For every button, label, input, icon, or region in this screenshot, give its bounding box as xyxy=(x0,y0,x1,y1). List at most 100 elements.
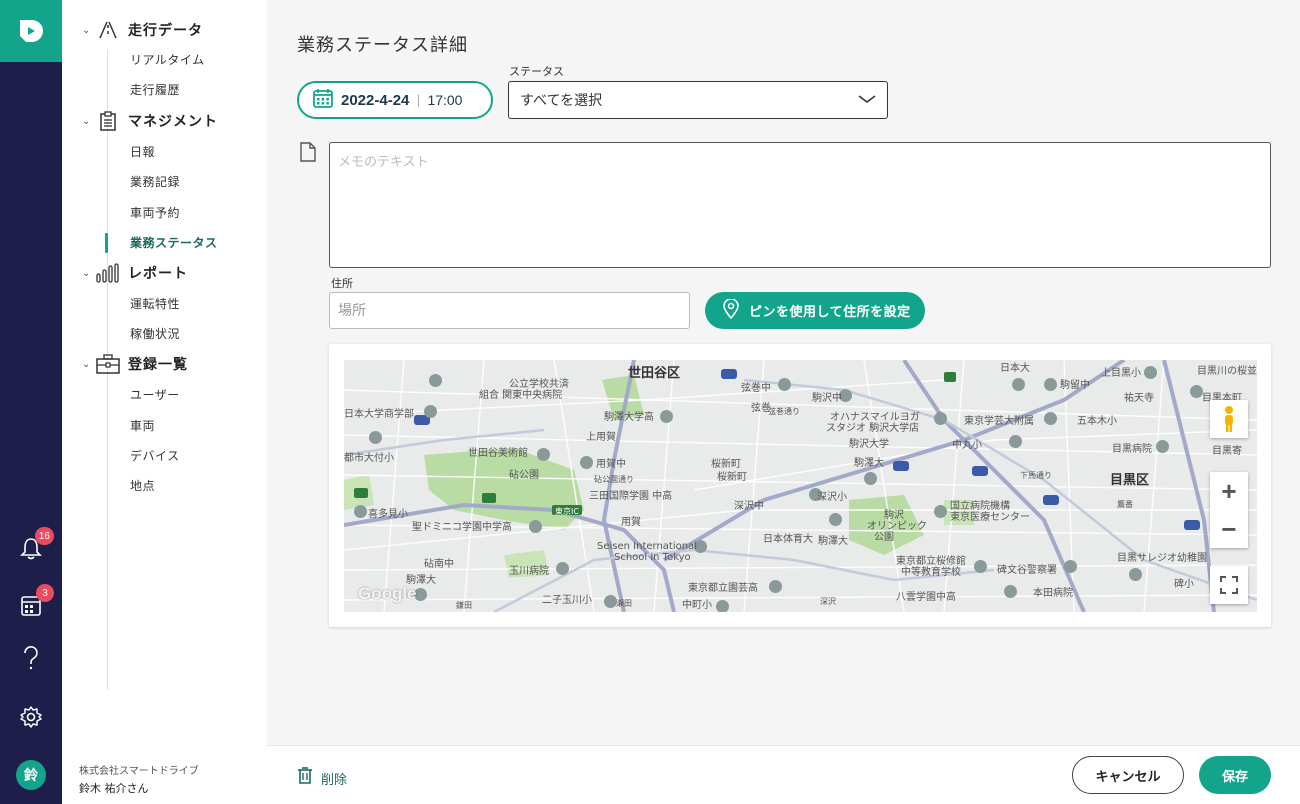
map-poi-icon[interactable] xyxy=(529,520,542,533)
nav-section-reports[interactable]: ⌄ レポート xyxy=(82,263,188,283)
map-label: 下馬通り xyxy=(1020,471,1052,480)
cancel-button[interactable]: キャンセル xyxy=(1072,756,1184,794)
map-label: 三田国際学園 中高 xyxy=(589,491,673,502)
map-poi-icon[interactable] xyxy=(1064,560,1077,573)
gear-icon[interactable] xyxy=(16,702,46,732)
map-poi-icon[interactable] xyxy=(556,562,569,575)
address-input[interactable] xyxy=(329,292,690,329)
map-poi-icon[interactable] xyxy=(537,448,550,461)
nav-item-work-records[interactable]: 業務記録 xyxy=(130,174,180,190)
map-poi-icon[interactable] xyxy=(424,405,437,418)
sidebar-nav: ⌄ 走行データ リアルタイム 走行履歴 ⌄ マネジメント 日報 業務記録 車両予… xyxy=(62,0,267,804)
nav-item-daily-report[interactable]: 日報 xyxy=(130,144,155,160)
chevron-down-icon xyxy=(857,92,877,110)
save-button[interactable]: 保存 xyxy=(1199,756,1271,794)
map-label: 世田谷美術館 xyxy=(468,448,528,459)
map-view[interactable]: 世田谷区 目黒区 公立学校共済 組合 関東中央病院 日本大学商学部 駒澤大学高 … xyxy=(344,360,1257,612)
street-view-pegman-icon[interactable] xyxy=(1210,400,1248,438)
nav-section-registry[interactable]: ⌄ 登録一覧 xyxy=(82,354,188,374)
map-poi-icon[interactable] xyxy=(580,456,593,469)
map-poi-icon[interactable] xyxy=(660,410,673,423)
map-label: Seisen International xyxy=(597,541,697,552)
date-time-picker[interactable]: 2022-4-24 | 17:00 xyxy=(297,81,493,119)
nav-item-vehicles[interactable]: 車両 xyxy=(130,418,155,434)
map-label: 深沢小 xyxy=(817,492,847,503)
map-poi-icon[interactable] xyxy=(716,600,729,612)
fullscreen-icon[interactable] xyxy=(1210,566,1248,604)
map-poi-icon[interactable] xyxy=(829,513,842,526)
nav-item-users[interactable]: ユーザー xyxy=(130,387,180,403)
map-label: スタジオ 駒沢大学店 xyxy=(826,423,920,434)
map-label: 二子玉川小 xyxy=(542,595,592,606)
zoom-in-button[interactable]: + xyxy=(1210,472,1248,510)
bell-icon[interactable]: 16 xyxy=(16,527,54,563)
map-label: 喜多見小 xyxy=(368,509,408,520)
map-poi-icon[interactable] xyxy=(1129,568,1142,581)
map-label: 上目黒小 xyxy=(1101,368,1141,379)
clipboard-icon xyxy=(96,111,120,131)
chevron-down-icon: ⌄ xyxy=(82,24,91,36)
map-poi-icon[interactable] xyxy=(1044,412,1057,425)
map-poi-icon[interactable] xyxy=(769,580,782,593)
message-count-badge: 3 xyxy=(36,584,54,602)
icon-rail: 16 3 鈴 xyxy=(0,0,62,804)
zoom-out-button[interactable]: − xyxy=(1210,510,1248,548)
map-label: 砧南中 xyxy=(424,559,454,570)
nav-section-title: レポート xyxy=(128,266,188,282)
calendar-icon[interactable]: 3 xyxy=(16,584,54,620)
chevron-down-icon: ⌄ xyxy=(82,267,91,279)
map-poi-icon[interactable] xyxy=(1004,585,1017,598)
active-indicator xyxy=(105,233,108,253)
nav-item-driving-characteristics[interactable]: 運転特性 xyxy=(130,296,180,312)
map-label: 目黒川の桜並 xyxy=(1197,366,1257,377)
map-poi-icon[interactable] xyxy=(934,412,947,425)
status-select[interactable]: すべてを選択 xyxy=(508,81,888,119)
address-label: 住所 xyxy=(331,277,353,290)
map-label: 中等教育学校 xyxy=(901,567,961,578)
map-label: 弦巻通り xyxy=(768,407,800,416)
map-label: 鎌田 xyxy=(456,601,472,610)
set-address-by-pin-button[interactable]: ピンを使用して住所を設定 xyxy=(705,292,925,329)
road-icon xyxy=(96,20,120,40)
map-poi-icon[interactable] xyxy=(778,378,791,391)
delete-button[interactable]: 削除 xyxy=(297,767,347,789)
app-logo-icon[interactable] xyxy=(0,0,62,62)
nav-item-vehicle-reservation[interactable]: 車両予約 xyxy=(130,205,180,221)
google-logo: Google xyxy=(358,584,417,603)
map-poi-icon[interactable] xyxy=(1044,378,1057,391)
map-poi-icon[interactable] xyxy=(429,374,442,387)
map-label: 玉川病院 xyxy=(509,566,549,577)
page-title: 業務ステータス詳細 xyxy=(297,35,468,56)
main-content: 業務ステータス詳細 2022-4-24 | 17:00 ステータス すべてを選択… xyxy=(267,0,1300,745)
delete-label: 削除 xyxy=(321,772,348,788)
map-poi-icon[interactable] xyxy=(369,431,382,444)
notification-count-badge: 16 xyxy=(34,527,54,545)
map-label: 目黒寄 xyxy=(1212,446,1242,457)
nav-section-management[interactable]: ⌄ マネジメント xyxy=(82,111,218,131)
avatar[interactable]: 鈴 xyxy=(16,760,46,790)
map-poi-icon[interactable] xyxy=(864,472,877,485)
nav-item-devices[interactable]: デバイス xyxy=(130,448,180,464)
map-poi-icon[interactable] xyxy=(974,560,987,573)
nav-section-title: 登録一覧 xyxy=(128,357,188,373)
map-label: 鷹番 xyxy=(1117,500,1133,509)
map-poi-icon[interactable] xyxy=(1012,378,1025,391)
nav-section-driving-data[interactable]: ⌄ 走行データ xyxy=(82,20,203,40)
date-time-separator: | xyxy=(416,93,421,107)
memo-textarea[interactable] xyxy=(329,142,1271,268)
map-poi-icon[interactable] xyxy=(1144,366,1157,379)
nav-item-history[interactable]: 走行履歴 xyxy=(130,82,180,98)
map-label: 東京医療センター xyxy=(950,512,1030,523)
map-poi-icon[interactable] xyxy=(1009,435,1022,448)
nav-item-locations[interactable]: 地点 xyxy=(130,478,155,494)
map-poi-icon[interactable] xyxy=(354,505,367,518)
help-icon[interactable] xyxy=(16,643,46,673)
nav-item-realtime[interactable]: リアルタイム xyxy=(130,52,205,68)
map-poi-icon[interactable] xyxy=(934,505,947,518)
map-poi-icon[interactable] xyxy=(1156,440,1169,453)
map-label: 東京都立園芸高 xyxy=(688,583,758,594)
nav-item-work-status[interactable]: 業務ステータス xyxy=(130,235,218,251)
nav-item-operation-status[interactable]: 稼働状況 xyxy=(130,326,180,342)
map-label: 用賀 xyxy=(621,517,641,528)
calendar-icon xyxy=(313,88,333,112)
